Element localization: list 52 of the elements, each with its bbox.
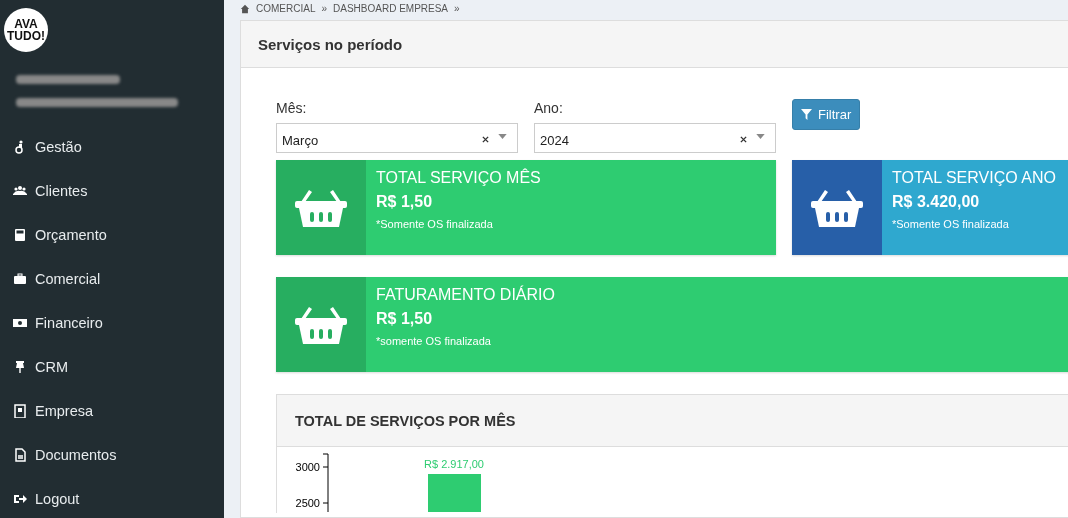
home-icon bbox=[240, 4, 250, 14]
select-field[interactable]: 2024 bbox=[534, 123, 776, 153]
card-title: TOTAL SERVIÇO ANO bbox=[892, 169, 1056, 187]
menu-item[interactable]: Financeiro bbox=[0, 301, 224, 345]
clear-icon[interactable] bbox=[740, 135, 747, 143]
logo: AVA TUDO! bbox=[4, 8, 48, 52]
card-value: R$ 3.420,00 bbox=[892, 193, 981, 211]
menu-item[interactable]: Logout bbox=[0, 477, 224, 518]
users-icon bbox=[13, 184, 27, 198]
panel-title: Serviços no período bbox=[241, 21, 1068, 68]
calculator-icon bbox=[13, 228, 27, 242]
briefcase-icon bbox=[13, 272, 27, 286]
card-note: *Somente OS finalizada bbox=[892, 218, 1010, 230]
card-value: R$ 1,50 bbox=[376, 310, 434, 328]
filter-icon bbox=[801, 109, 812, 120]
card-note: *somente OS finalizada bbox=[376, 335, 492, 347]
card-value: R$ 1,50 bbox=[376, 193, 434, 211]
breadcrumb-item: DASHBOARD EMPRESA bbox=[333, 3, 449, 15]
clear-icon[interactable] bbox=[482, 135, 489, 143]
basket-icon bbox=[811, 187, 863, 228]
bar bbox=[428, 474, 481, 512]
card-title: FATURAMENTO DIÁRIO bbox=[376, 286, 555, 304]
basket-icon bbox=[295, 187, 347, 228]
sign-out-icon bbox=[13, 492, 27, 506]
banknote-icon bbox=[13, 316, 27, 330]
field-label: Mês: bbox=[276, 99, 308, 118]
filter-button[interactable]: Filtrar bbox=[792, 99, 861, 130]
tick-label: 2500 bbox=[295, 497, 320, 509]
basket-icon bbox=[295, 304, 347, 345]
chart-title: TOTAL DE SERVIÇOS POR MÊS bbox=[277, 395, 1068, 447]
caret-icon bbox=[756, 133, 765, 139]
card-note: *Somente OS finalizada bbox=[376, 218, 494, 230]
menu-item[interactable]: Comercial bbox=[0, 257, 224, 301]
menu-item[interactable]: Clientes bbox=[0, 169, 224, 213]
field-label: Ano: bbox=[534, 99, 564, 118]
menu-item[interactable]: Empresa bbox=[0, 389, 224, 433]
card-title: TOTAL SERVIÇO MÊS bbox=[376, 169, 541, 187]
menu-item[interactable]: CRM bbox=[0, 345, 224, 389]
menu-item[interactable]: Orçamento bbox=[0, 213, 224, 257]
menu-item[interactable]: Documentos bbox=[0, 433, 224, 477]
building-icon bbox=[13, 404, 27, 418]
menu-item[interactable]: Gestão bbox=[0, 125, 224, 169]
y-axis bbox=[322, 453, 329, 513]
pushpin-icon bbox=[13, 360, 27, 374]
tick-label: 3000 bbox=[295, 461, 320, 473]
value-label: R$ 2.917,00 bbox=[424, 458, 484, 470]
breadcrumb-item: » bbox=[454, 3, 460, 15]
breadcrumb-item: » bbox=[321, 3, 327, 15]
caret-icon bbox=[498, 133, 507, 139]
document-icon bbox=[13, 448, 27, 462]
select-field[interactable]: Março bbox=[276, 123, 518, 153]
breadcrumb-item: COMERCIAL bbox=[256, 3, 316, 15]
